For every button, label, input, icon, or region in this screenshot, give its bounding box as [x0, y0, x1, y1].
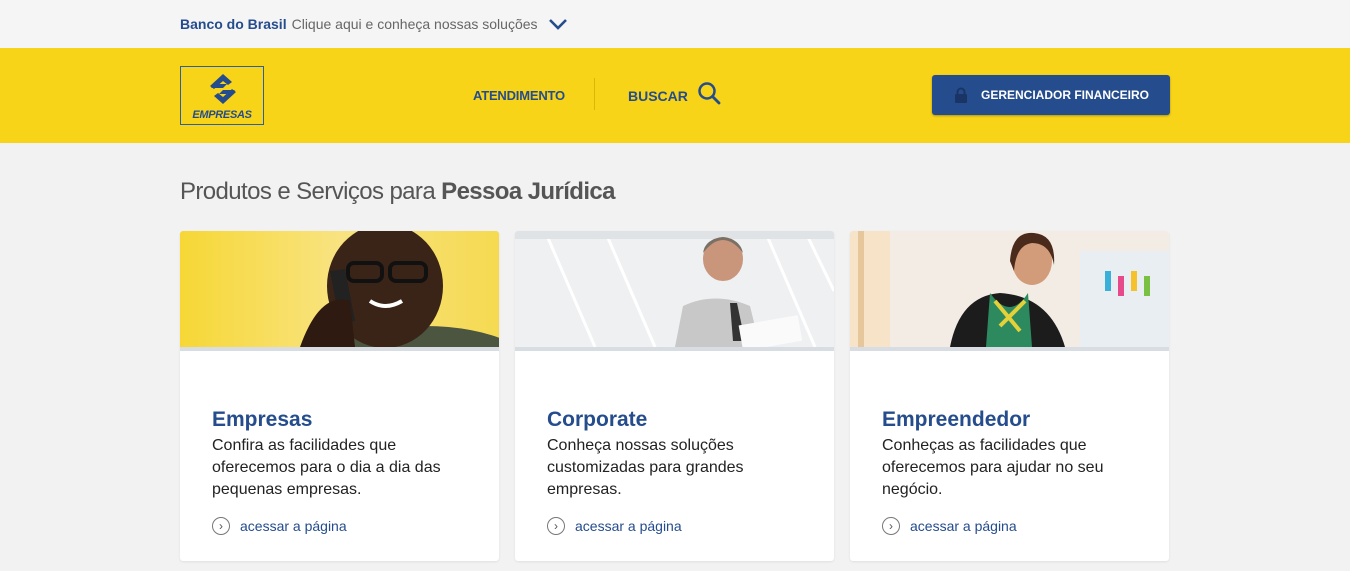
card-title[interactable]: Empresas [212, 408, 312, 432]
card-empresas[interactable]: Empresas Confira as facilidades que ofer… [180, 231, 499, 561]
main-header: EMPRESAS ATENDIMENTO BUSCAR GERENCIADOR … [0, 48, 1350, 143]
top-strip: Banco do Brasil Clique aqui e conheça no… [0, 0, 1350, 48]
card-corporate[interactable]: Corporate Conheça nossas soluções custom… [515, 231, 834, 561]
card-description: Conheça nossas soluções customizadas par… [547, 437, 744, 498]
lock-icon [955, 87, 967, 103]
bb-logo-icon [210, 74, 236, 104]
card-image-divider [180, 347, 499, 351]
card-access-link[interactable]: › acessar a página [212, 517, 347, 535]
card-title[interactable]: Empreendedor [882, 408, 1030, 432]
brand-name: Banco do Brasil [180, 16, 287, 32]
nav-divider [594, 78, 595, 110]
card-access-label: acessar a página [575, 518, 682, 534]
card-description: Conheças as facilidades que oferecemos p… [882, 437, 1104, 498]
chevron-right-icon: › [212, 517, 230, 535]
search-icon[interactable] [697, 81, 721, 105]
card-empreendedor-image [850, 231, 1169, 347]
card-image-divider [850, 347, 1169, 351]
card-description: Confira as facilidades que oferecemos pa… [212, 437, 441, 498]
chevron-right-icon: › [882, 517, 900, 535]
page-title: Produtos e Serviços para Pessoa Jurídica [180, 178, 616, 206]
bb-empresas-logo[interactable]: EMPRESAS [180, 66, 264, 125]
gerenciador-financeiro-button[interactable]: GERENCIADOR FINANCEIRO [932, 75, 1170, 115]
card-empreendedor[interactable]: Empreendedor Conheças as facilidades que… [850, 231, 1169, 561]
page-title-strong: Pessoa Jurídica [441, 178, 615, 205]
nav-atendimento[interactable]: ATENDIMENTO [473, 88, 565, 103]
page-title-prefix: Produtos e Serviços para [180, 178, 442, 205]
gerenciador-financeiro-label: GERENCIADOR FINANCEIRO [981, 88, 1150, 102]
nav-buscar[interactable]: BUSCAR [628, 88, 688, 104]
solutions-link[interactable]: Banco do Brasil Clique aqui e conheça no… [180, 16, 568, 32]
card-access-link[interactable]: › acessar a página [882, 517, 1017, 535]
card-access-label: acessar a página [240, 518, 347, 534]
chevron-right-icon: › [547, 517, 565, 535]
card-empresas-image [180, 231, 499, 347]
card-access-link[interactable]: › acessar a página [547, 517, 682, 535]
card-image-divider [515, 347, 834, 351]
card-access-label: acessar a página [910, 518, 1017, 534]
card-corporate-image [515, 231, 834, 347]
chevron-down-icon[interactable] [548, 16, 568, 32]
solutions-text: Clique aqui e conheça nossas soluções [291, 16, 538, 32]
logo-label: EMPRESAS [192, 109, 252, 121]
card-title[interactable]: Corporate [547, 408, 647, 432]
